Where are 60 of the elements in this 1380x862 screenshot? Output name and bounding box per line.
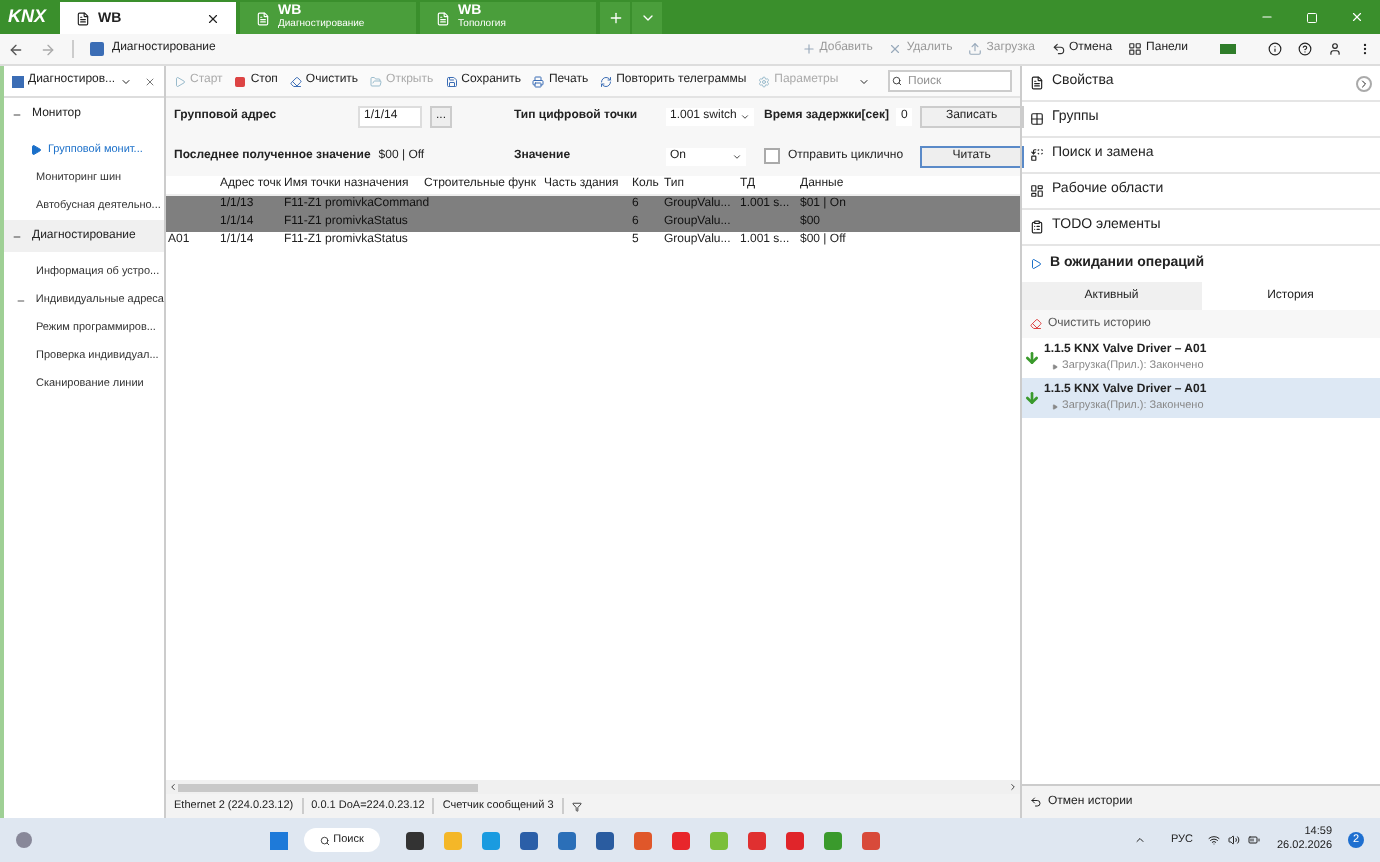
app-logo: KNX — [6, 3, 49, 30]
undo-icon — [1030, 796, 1042, 808]
search-icon — [892, 76, 902, 86]
tray-expand-icon[interactable] — [1134, 834, 1147, 846]
stop-icon — [234, 75, 247, 87]
collapse-icon[interactable] — [16, 295, 26, 305]
expand-arrow-icon[interactable] — [1052, 403, 1058, 409]
grid-icon — [1030, 112, 1044, 126]
cyclic-checkbox[interactable] — [764, 148, 780, 165]
maximize-icon[interactable] — [1306, 11, 1318, 23]
plus-icon — [607, 10, 623, 26]
user-icon[interactable] — [1328, 42, 1342, 56]
minimize-icon[interactable] — [1260, 10, 1274, 24]
tab-list-button[interactable] — [632, 2, 662, 34]
plus-icon — [801, 42, 816, 56]
play-icon — [30, 144, 42, 156]
search-icon — [319, 835, 330, 845]
new-tab-button[interactable] — [600, 2, 630, 34]
wifi-icon[interactable] — [1208, 834, 1221, 846]
dropdown-icon[interactable] — [858, 75, 871, 87]
file-icon — [436, 11, 450, 25]
upload-icon — [968, 42, 983, 56]
grid-icon — [1128, 42, 1143, 56]
chevron-icon — [119, 75, 132, 87]
battery-icon[interactable] — [1248, 834, 1261, 846]
download-icon — [1024, 390, 1040, 406]
horizontal-scrollbar[interactable] — [166, 780, 1020, 794]
forward-icon[interactable] — [40, 41, 56, 57]
undo-icon — [1051, 42, 1066, 56]
layout-icon — [1030, 184, 1044, 198]
close-icon — [888, 42, 903, 56]
help-icon[interactable] — [1298, 42, 1312, 56]
chevron-icon — [740, 112, 751, 123]
eraser-icon — [289, 75, 302, 87]
download-icon — [1024, 350, 1040, 366]
start-icon[interactable] — [269, 831, 288, 849]
play-icon — [1030, 258, 1042, 270]
chevron-icon — [732, 151, 742, 162]
printer-icon — [532, 75, 545, 87]
clipboard-icon — [1030, 220, 1044, 234]
expand-arrow-icon[interactable] — [1052, 363, 1058, 369]
info-icon[interactable] — [1268, 42, 1282, 56]
expand-icon[interactable] — [1356, 75, 1372, 91]
more-icon[interactable] — [1358, 42, 1372, 56]
folder-icon — [370, 75, 383, 87]
filter-icon[interactable] — [571, 801, 582, 811]
close-icon[interactable] — [206, 11, 220, 25]
settings-icon — [758, 75, 771, 87]
back-icon[interactable] — [8, 41, 24, 57]
save-icon — [445, 75, 458, 87]
repeat-icon — [600, 75, 613, 87]
file-icon — [256, 11, 270, 25]
chevron-icon — [639, 10, 655, 26]
document-icon — [1030, 76, 1044, 90]
play-icon — [174, 75, 186, 87]
scroll-right-icon[interactable] — [1008, 782, 1018, 792]
scroll-left-icon[interactable] — [168, 782, 178, 792]
eraser-icon — [1030, 318, 1042, 330]
volume-icon[interactable] — [1228, 834, 1241, 846]
file-icon — [76, 11, 90, 25]
